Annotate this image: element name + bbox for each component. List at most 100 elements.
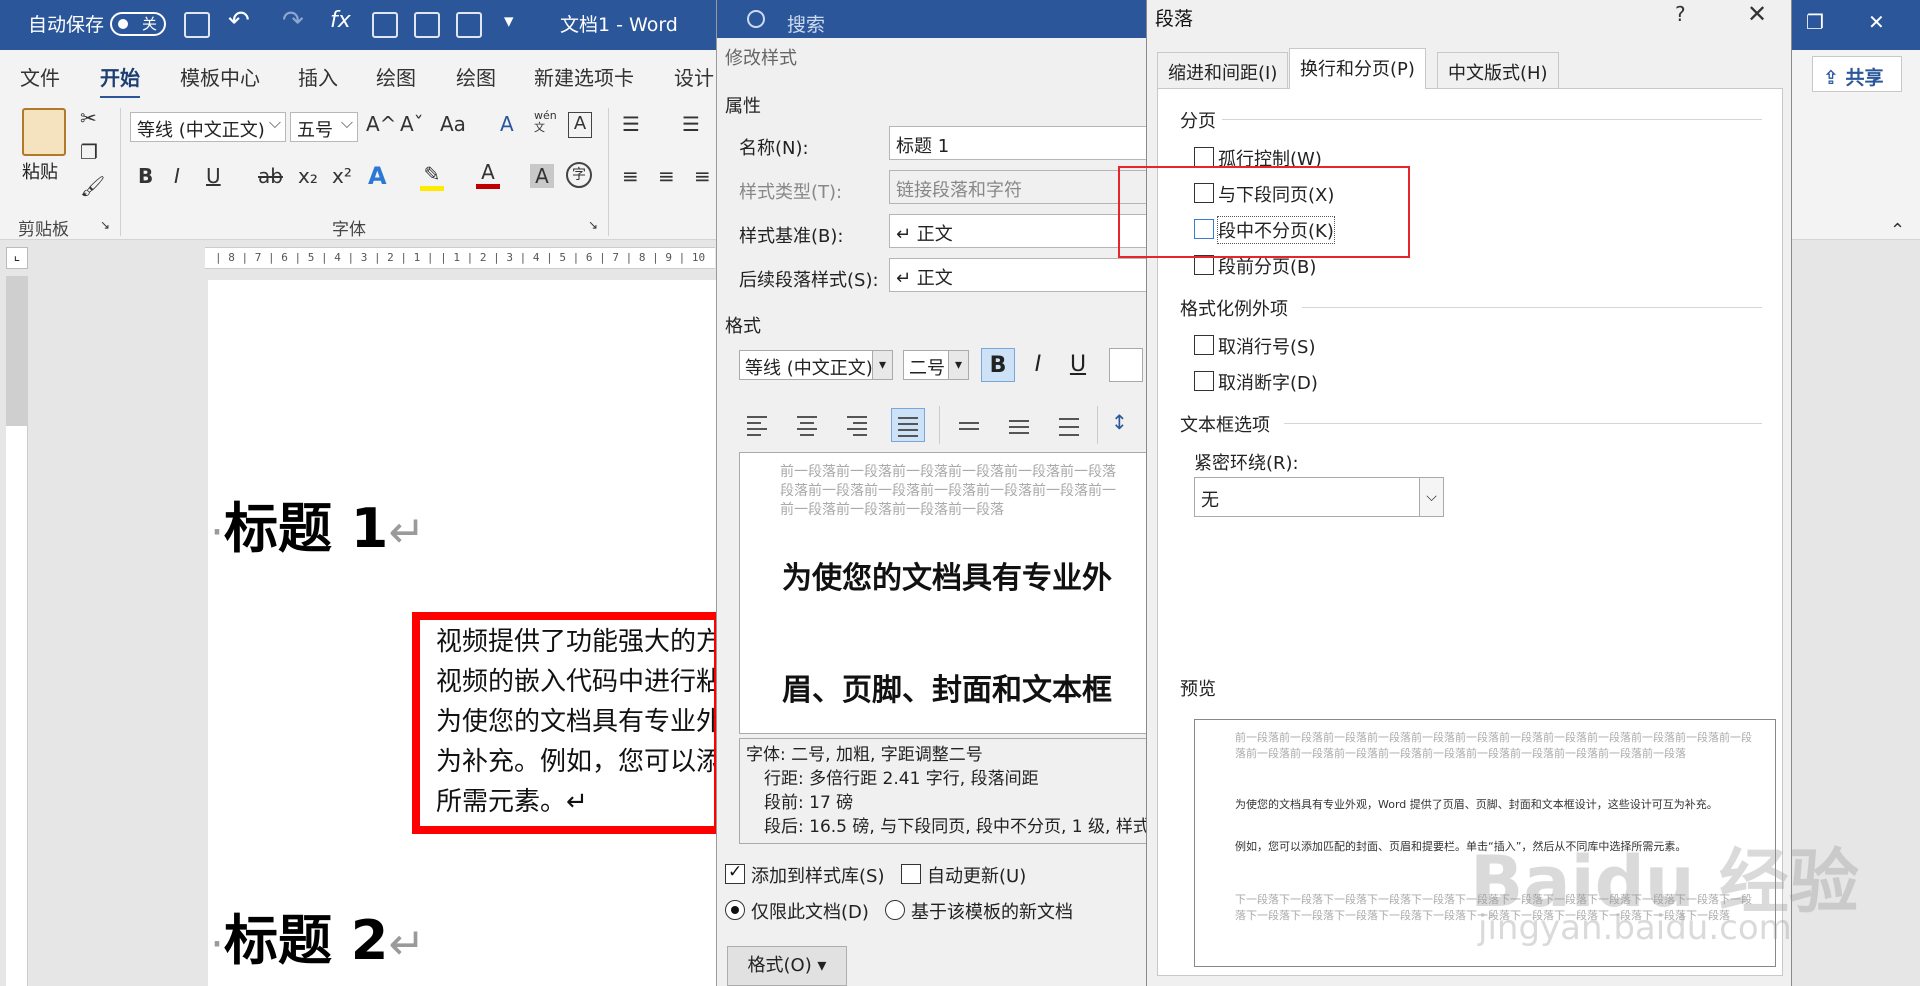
close-icon[interactable]: ✕ [1747,0,1767,28]
italic-button[interactable]: I [174,164,180,188]
line-spacing-half-icon[interactable] [1003,408,1037,442]
tab-home[interactable]: 开始 [100,62,140,99]
undo-icon[interactable]: ↶ [228,6,250,36]
customize-qat-icon[interactable]: ▾ [504,10,514,32]
new-docs-radio[interactable] [885,900,905,920]
paste-button[interactable]: 粘贴 [22,158,58,184]
style-underline-button[interactable]: U [1061,348,1095,382]
only-this-doc-label[interactable]: 仅限此文档(D) [751,898,869,924]
tab-design[interactable]: 设计 [674,62,714,91]
tab-file[interactable]: 文件 [20,62,60,91]
autosave-toggle[interactable]: 关 [110,12,166,36]
tight-wrap-select[interactable]: 无 ⌵ [1194,477,1444,517]
underline-button[interactable]: U [206,164,221,188]
hierarchy-icon[interactable] [414,12,440,38]
style-color-select[interactable] [1109,348,1143,382]
style-align-left-icon[interactable] [741,408,775,442]
copy-icon[interactable]: ❐ [80,140,98,164]
select-icon[interactable] [372,12,398,38]
line-spacing-single-icon[interactable] [953,408,987,442]
character-shading-button[interactable]: A [530,164,554,188]
text-effects-button[interactable]: A [368,162,387,190]
style-bold-button[interactable]: B [981,348,1015,382]
save-icon[interactable] [184,12,210,38]
highlight-icon[interactable]: ✎ [420,162,444,191]
font-name-combo[interactable]: 等线 (中文正文) [130,112,286,142]
help-button[interactable]: ? [1675,2,1686,26]
style-size-combo[interactable]: 二号 ▾ [903,350,969,380]
change-case-button[interactable]: Aa [440,112,466,136]
style-font-combo[interactable]: 等线 (中文正文) ▾ [739,350,893,380]
search-input[interactable]: 搜索 [787,10,825,37]
redo-icon[interactable]: ↷ [282,6,304,36]
grow-font-button[interactable]: A^ [366,112,396,136]
spacing-icon[interactable]: ↕ [1111,410,1128,434]
clipboard-launcher-icon[interactable]: ↘ [100,218,110,232]
tab-line-page-breaks[interactable]: 换行和分页(P) [1289,48,1426,89]
document-heading-2[interactable]: ·标题 2↵ [210,896,425,975]
search-icon[interactable] [747,10,765,28]
tab-indent-spacing[interactable]: 缩进和间距(I) [1157,52,1289,88]
bullet-mark: · [210,919,224,970]
paste-icon[interactable] [22,108,66,156]
tab-template-center[interactable]: 模板中心 [180,62,260,91]
line-spacing-double-icon[interactable] [1053,408,1087,442]
style-align-center-icon[interactable] [791,408,825,442]
restore-icon[interactable]: ❐ [1806,10,1824,34]
page-break-before-checkbox[interactable] [1194,255,1214,275]
tight-wrap-value: 无 [1201,490,1219,511]
auto-update-checkbox[interactable] [901,864,921,884]
suppress-line-numbers-label[interactable]: 取消行号(S) [1218,333,1315,359]
equation-icon[interactable]: fx [330,8,351,33]
vertical-ruler[interactable] [6,276,28,986]
add-to-gallery-checkbox[interactable] [725,862,745,884]
share-button[interactable]: ⇪ 共享 [1812,56,1902,92]
font-size-combo[interactable]: 五号 [290,112,358,142]
phonetic-guide-button[interactable]: wén 文 [534,110,562,134]
new-docs-label[interactable]: 基于该模板的新文档 [911,898,1073,924]
shrink-font-button[interactable]: Aˇ [400,112,424,136]
cut-icon[interactable]: ✂ [80,106,97,130]
tab-draw-2[interactable]: 绘图 [456,62,496,91]
style-align-right-icon[interactable] [841,408,875,442]
add-to-gallery-label[interactable]: 添加到样式库(S) [751,862,884,888]
tab-insert[interactable]: 插入 [298,62,338,91]
tab-new-tab[interactable]: 新建选项卡 [534,62,634,91]
clear-formatting-icon[interactable]: A [500,112,514,136]
no-hyphenate-label[interactable]: 取消断字(D) [1218,369,1318,395]
document-heading-1[interactable]: ·标题 1↵ [210,484,425,563]
only-this-doc-radio[interactable] [725,900,745,920]
align-center-icon[interactable]: ≡ [658,164,675,188]
window-close-icon[interactable]: ✕ [1868,10,1885,34]
align-left-icon[interactable]: ≡ [622,164,639,188]
character-border-button[interactable]: A [568,112,592,138]
style-based-on-select[interactable]: ↵ 正文 [889,214,1146,248]
next-style-select[interactable]: ↵ 正文 [889,258,1146,292]
enclose-characters-button[interactable]: 字 [566,162,592,188]
name-field[interactable]: 标题 1 [889,126,1146,160]
widow-control-checkbox[interactable] [1194,147,1214,167]
align-right-icon[interactable]: ≡ [694,164,711,188]
strikethrough-button[interactable]: ab [258,164,283,188]
subscript-button[interactable]: x₂ [298,164,318,188]
tab-asian-typography[interactable]: 中文版式(H) [1437,52,1559,88]
horizontal-ruler[interactable]: | 8 | 7 | 6 | 5 | 4 | 3 | 2 | 1 | | 1 | … [205,247,715,269]
auto-update-label[interactable]: 自动更新(U) [927,862,1026,888]
no-hyphenate-checkbox[interactable] [1194,371,1214,391]
style-italic-button[interactable]: I [1021,348,1055,382]
tab-selector[interactable]: ⌞ [6,247,28,269]
font-launcher-icon[interactable]: ↘ [588,218,598,232]
collapse-ribbon-icon[interactable]: ⌃ [1890,220,1905,241]
name-label: 名称(N): [739,138,809,159]
bullets-icon[interactable]: ☰ [622,112,640,136]
format-painter-icon[interactable]: 🖌 [80,174,105,198]
tab-draw[interactable]: 绘图 [376,62,416,91]
numbering-icon[interactable]: ☰ [682,112,700,136]
format-button[interactable]: 格式(O) ▾ [727,946,847,986]
form-icon[interactable] [456,12,482,38]
suppress-line-numbers-checkbox[interactable] [1194,335,1214,355]
font-color-button[interactable]: A [476,160,500,189]
superscript-button[interactable]: x² [332,164,352,188]
style-justify-icon[interactable] [891,408,925,442]
bold-button[interactable]: B [138,164,153,188]
